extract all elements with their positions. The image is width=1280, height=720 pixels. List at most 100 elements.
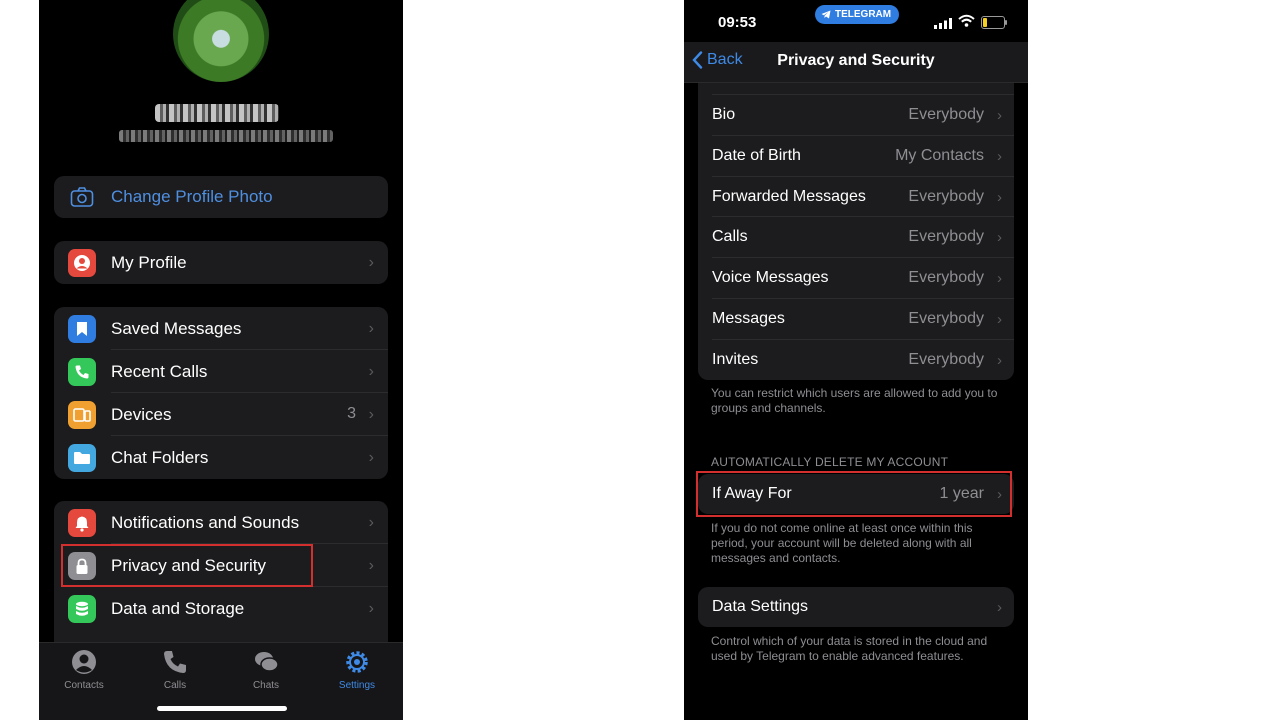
settings-group-2: Saved Messages › Recent Calls › Devices … [54,307,388,479]
highlight-box-privacy [61,544,313,587]
person-icon [68,249,96,277]
tab-label: Calls [163,680,187,691]
settings-item-label: Devices [111,405,172,424]
chevron-right-icon: › [368,600,374,617]
row-value: Everybody [908,269,984,287]
settings-screen: Change Profile Photo My Profile › Saved … [39,0,403,720]
row-label: Voice Messages [712,269,829,287]
database-icon [68,595,96,623]
bookmark-icon [68,315,96,343]
telegram-pill[interactable]: TELEGRAM [815,5,900,24]
devices-count: 3 [347,405,356,422]
privacy-row-date-of-birth[interactable]: Date of Birth My Contacts › [698,136,1014,177]
row-label: Calls [712,228,748,246]
settings-item-my-profile[interactable]: My Profile › [54,241,388,284]
status-time: 09:53 [718,14,757,31]
settings-item-label: Notifications and Sounds [111,513,300,532]
settings-item-label: Saved Messages [111,319,242,338]
status-bar: 09:53 TELEGRAM [684,0,1028,42]
chevron-right-icon: › [997,107,1002,124]
tab-calls[interactable]: Calls [140,649,210,691]
chevron-right-icon: › [997,147,1002,165]
settings-item-label: Chat Folders [111,448,209,467]
row-value: My Contacts [895,146,984,164]
tab-settings[interactable]: Settings [322,649,392,691]
wifi-icon [958,14,975,27]
settings-item-recent-calls[interactable]: Recent Calls › [54,350,388,393]
privacy-row-forwarded-messages[interactable]: Forwarded Messages Everybody › [698,177,1014,218]
phone-icon [68,358,96,386]
chevron-right-icon: › [997,270,1002,288]
row-value: Everybody [908,350,984,368]
chevron-right-icon: › [997,310,1002,328]
data-settings-footer-text: Control which of your data is stored in … [711,634,988,663]
telegram-pill-label: TELEGRAM [835,9,892,20]
row-label: Bio [712,106,736,123]
navigation-bar: Back Privacy and Security [684,42,1028,83]
settings-item-label: Recent Calls [111,362,208,381]
settings-item-saved-messages[interactable]: Saved Messages › [54,307,388,350]
settings-item-label: My Profile [111,253,187,272]
tab-label: Settings [338,680,376,691]
tab-chats[interactable]: Chats [231,649,301,691]
profile-name-redacted [155,104,279,122]
avatar[interactable] [173,0,269,82]
invites-footer-text: You can restrict which users are allowed… [711,386,998,415]
chevron-right-icon: › [997,229,1002,247]
row-label: Invites [712,350,759,368]
home-indicator [157,706,287,711]
data-settings-group: Data Settings › [698,587,1014,627]
settings-item-chat-folders[interactable]: Chat Folders › [54,436,388,479]
chevron-right-icon: › [368,557,374,574]
my-profile-group: My Profile › [54,241,388,284]
folder-icon [68,444,96,472]
tab-contacts[interactable]: Contacts [49,649,119,691]
phone-icon [164,651,186,673]
chevron-right-icon: › [997,599,1002,616]
settings-item-label: Data and Storage [111,599,245,618]
row-label: Forwarded Messages [712,187,866,205]
privacy-row-messages[interactable]: Messages Everybody › [698,299,1014,340]
tab-label: Contacts [64,680,104,691]
row-label: Data Settings [712,598,809,615]
telegram-plane-icon [821,10,831,19]
page-title: Privacy and Security [777,52,935,69]
row-label: Messages [712,309,785,327]
chevron-right-icon: › [368,406,374,423]
privacy-row-bio[interactable]: Bio Everybody › [698,95,1014,136]
chevron-right-icon: › [368,254,374,271]
change-profile-photo-button[interactable]: Change Profile Photo [54,176,388,218]
settings-item-notifications[interactable]: Notifications and Sounds › [54,501,388,544]
settings-item-data-storage[interactable]: Data and Storage › [54,587,388,630]
chevron-right-icon: › [368,320,374,337]
row-value: Everybody [908,106,984,123]
chevron-right-icon: › [368,363,374,380]
camera-icon [70,187,94,207]
gear-icon [346,651,368,673]
data-settings-row[interactable]: Data Settings › [698,587,1014,627]
change-profile-photo-label: Change Profile Photo [111,187,273,206]
cellular-signal-icon [934,18,952,29]
privacy-row-voice-messages[interactable]: Voice Messages Everybody › [698,258,1014,299]
chevron-right-icon: › [368,514,374,531]
privacy-row-invites[interactable]: Invites Everybody › [698,340,1014,380]
highlight-box-if-away [696,471,1012,517]
settings-item-devices[interactable]: Devices 3 › [54,393,388,436]
chevron-right-icon: › [997,188,1002,206]
privacy-row-calls[interactable]: Calls Everybody › [698,217,1014,259]
tab-label: Chats [252,680,280,691]
person-circle-icon [72,650,96,674]
chevron-right-icon: › [368,449,374,466]
battery-icon [981,16,1007,29]
row-value: Everybody [908,228,984,246]
privacy-settings-group: Bio Everybody › Date of Birth My Contact… [698,54,1014,380]
row-label: Date of Birth [712,146,801,164]
if-away-footer-text: If you do not come online at least once … [711,521,973,565]
devices-icon [68,401,96,429]
chevron-right-icon: › [997,351,1002,369]
auto-delete-section-header: AUTOMATICALLY DELETE MY ACCOUNT [711,455,949,469]
bell-icon [68,509,96,537]
chat-bubbles-icon [255,652,279,672]
profile-details-redacted [119,130,333,142]
row-value: Everybody [908,187,984,205]
